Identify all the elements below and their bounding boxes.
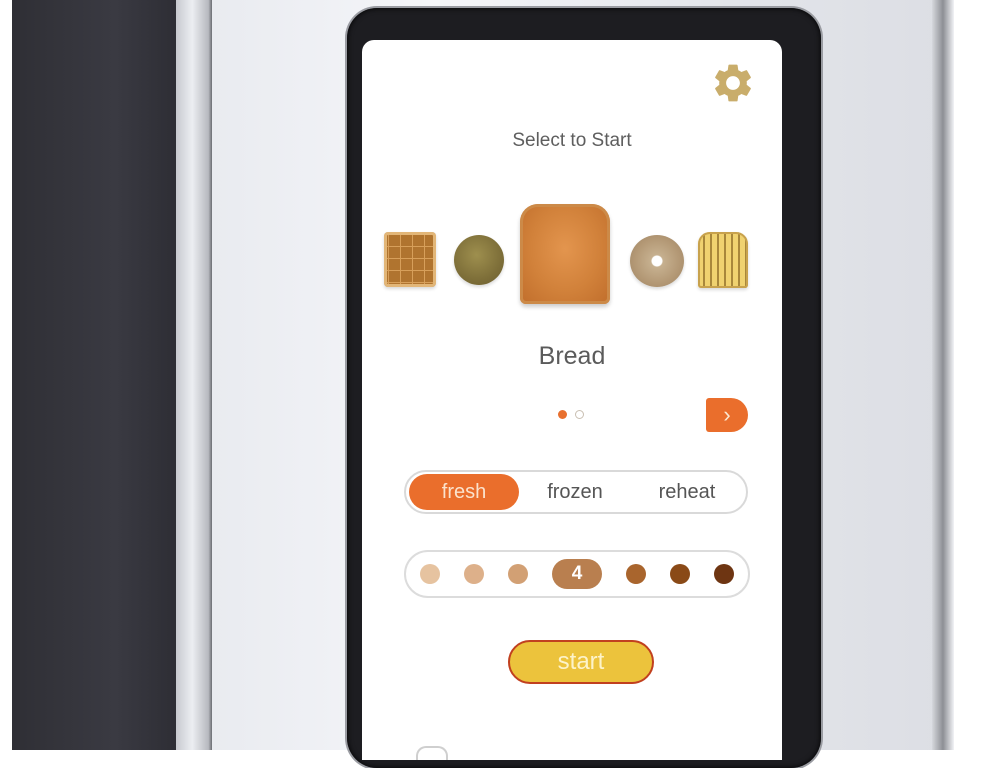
mode-option-fresh[interactable]: fresh [409,474,519,510]
page-indicator [558,410,584,419]
shade-level-5[interactable] [626,564,646,584]
food-item-toaster-pastry[interactable] [698,232,748,288]
selected-food-label: Bread [538,342,606,370]
shade-level-6[interactable] [670,564,690,584]
screen-title: Select to Start [512,130,632,151]
food-item-english-muffin[interactable] [454,235,504,285]
toaster-corner-bevel [176,0,212,750]
partially-visible-control[interactable] [416,746,448,760]
mode-selector: fresh frozen reheat [404,470,748,514]
food-item-bread[interactable] [520,204,610,304]
touchscreen: Select to Start Bread › fresh frozen reh… [362,40,782,760]
shade-level-3[interactable] [508,564,528,584]
mode-option-frozen[interactable]: frozen [519,474,631,510]
shade-selector: 4 [404,550,750,598]
shade-level-4-selected[interactable]: 4 [552,559,602,589]
page-dot-active[interactable] [558,410,567,419]
toaster-side-panel [12,0,184,750]
food-item-waffle[interactable] [384,232,436,287]
shade-level-2[interactable] [464,564,484,584]
next-page-button[interactable]: › [706,398,748,432]
shade-level-1[interactable] [420,564,440,584]
page-dot-inactive[interactable] [575,410,584,419]
food-carousel[interactable] [362,200,782,310]
gear-icon[interactable] [710,60,756,106]
start-button[interactable]: start [508,640,654,684]
shade-level-7[interactable] [714,564,734,584]
food-item-bagel[interactable] [630,235,684,287]
mode-option-reheat[interactable]: reheat [631,474,743,510]
toaster-right-edge [932,0,954,750]
chevron-right-icon: › [723,402,731,427]
